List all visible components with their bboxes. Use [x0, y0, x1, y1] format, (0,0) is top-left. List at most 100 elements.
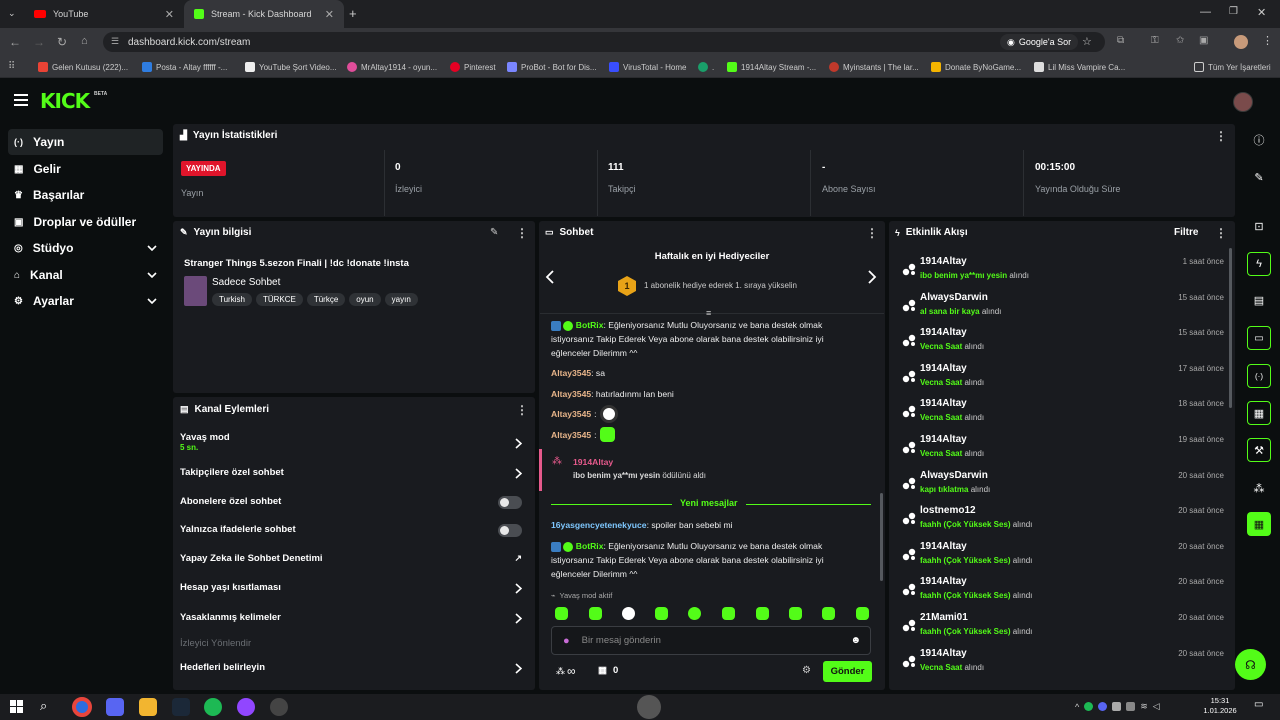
lightning-rail-icon[interactable]: ϟ	[1247, 252, 1271, 276]
apps-grid-icon[interactable]: ⠿	[8, 61, 15, 72]
event-username[interactable]: 1914Altay	[920, 398, 967, 409]
new-tab-button[interactable]: +	[349, 6, 357, 21]
activity-event-row[interactable]: 1914Altay faahh (Çok Yüksek Ses) alındı 20…	[900, 574, 1228, 608]
chat-input[interactable]: ● Bir mesaj gönderin ☻	[551, 626, 871, 655]
emote-picker-item[interactable]	[756, 607, 769, 620]
kick-logo[interactable]: KICK	[40, 89, 90, 113]
home-icon[interactable]: ⌂	[81, 35, 88, 47]
search-icon[interactable]: ⌕	[40, 698, 47, 714]
subscribers-only-toggle[interactable]	[498, 496, 522, 509]
channel-points[interactable]: ⁂ ∞	[556, 664, 576, 678]
windows-start-icon[interactable]	[10, 700, 23, 713]
maximize-button[interactable]: ❐	[1229, 6, 1238, 17]
event-username[interactable]: AlwaysDarwin	[920, 470, 988, 481]
bookmark-bynogame[interactable]: Donate ByNoGame...	[931, 56, 1021, 78]
steam-taskbar-icon[interactable]	[172, 698, 190, 716]
sidebar-item-basarilar[interactable]: ♛ Başarılar	[8, 182, 163, 208]
document-icon[interactable]: ▤	[1247, 288, 1271, 312]
favorites-icon[interactable]: ✩	[1176, 35, 1184, 46]
set-goals-row[interactable]: Hedefleri belirleyin	[180, 662, 530, 678]
activity-event-row[interactable]: AlwaysDarwin kapı tıklatma alındı 20 saat …	[900, 468, 1228, 502]
bookmark-star-icon[interactable]: ☆	[1082, 35, 1092, 48]
chat-username[interactable]: 16yasgencyetenekyuce	[551, 520, 647, 530]
stream-info-menu-icon[interactable]: ⋮	[516, 226, 528, 240]
emote-only-toggle[interactable]	[498, 524, 522, 537]
center-app-icon[interactable]	[637, 695, 661, 719]
chat-username[interactable]: BotRix	[576, 541, 604, 551]
gifters-next-icon[interactable]	[868, 270, 877, 284]
emote-picker-item[interactable]	[722, 607, 735, 620]
activity-event-row[interactable]: 1914Altay Vecna Saat alındı 15 saat önce	[900, 325, 1228, 359]
extension-icon[interactable]: ⧉	[1117, 35, 1124, 46]
collections-icon[interactable]: ▣	[1199, 35, 1208, 46]
bookmark-kick-stream[interactable]: 1914Altay Stream -...	[727, 56, 816, 78]
chat-username[interactable]: Altay3545	[551, 389, 591, 399]
stats-menu-icon[interactable]: ⋮	[1215, 129, 1227, 143]
followers-only-row[interactable]: Takipçilere özel sohbet	[180, 467, 530, 483]
password-key-icon[interactable]: ⚿	[1151, 35, 1159, 46]
google-ask-button[interactable]: ◉ Google'a Sor	[1000, 34, 1079, 50]
activity-event-row[interactable]: 1914Altay Vecna Saat alındı 17 saat önce	[900, 361, 1228, 395]
url-field[interactable]: ☰ dashboard.kick.com/stream	[103, 32, 1105, 52]
clapper-rail-icon[interactable]: ▦	[1247, 512, 1271, 536]
activity-event-row[interactable]: 1914Altay faahh (Çok Yüksek Ses) alındı 20…	[900, 539, 1228, 573]
sidebar-item-yayin[interactable]: (·) Yayın	[8, 129, 163, 155]
reward-username[interactable]: 1914Altay	[573, 457, 613, 467]
activity-event-row[interactable]: 1914Altay Vecna Saat alındı 18 saat önce	[900, 396, 1228, 430]
microphone-icon[interactable]: ●	[563, 635, 570, 647]
list-rail-icon[interactable]: ▦	[1247, 401, 1271, 425]
activity-event-row[interactable]: 1914Altay Vecna Saat alındı 19 saat önce	[900, 432, 1228, 466]
event-username[interactable]: 1914Altay	[920, 541, 967, 552]
sidebar-item-droplar[interactable]: ▣ Droplar ve ödüller	[8, 209, 163, 235]
broadcast-rail-icon[interactable]: (·)	[1247, 364, 1271, 388]
all-bookmarks-folder[interactable]: Tüm Yer İşaretleri	[1194, 56, 1271, 78]
chat-settings-icon[interactable]: ⚙	[802, 665, 811, 676]
hamburger-menu-icon[interactable]	[14, 94, 28, 106]
info-icon[interactable]: ⓘ	[1247, 128, 1271, 152]
profile-avatar[interactable]	[1234, 35, 1248, 49]
event-username[interactable]: 1914Altay	[920, 648, 967, 659]
ai-moderation-row[interactable]: Yapay Zeka ile Sohbet Denetimi ↗	[180, 553, 530, 569]
edit-pencil-icon[interactable]: ✎	[490, 227, 498, 238]
sidebar-item-ayarlar[interactable]: ⚙ Ayarlar	[8, 288, 163, 314]
chat-rail-icon[interactable]: ▭	[1247, 326, 1271, 350]
chat-scrollbar[interactable]	[880, 493, 883, 581]
gift-counter[interactable]: ▦ 0	[598, 665, 618, 676]
slow-mode-row[interactable]: Yavaş mod 5 sn.	[180, 432, 530, 458]
bookmark-pinterest[interactable]: Pinterest	[450, 56, 496, 78]
chat-username[interactable]: Altay3545	[551, 428, 591, 442]
chat-username[interactable]: Altay3545	[551, 407, 591, 421]
minimize-button[interactable]: —	[1200, 6, 1211, 18]
event-username[interactable]: lostnemo12	[920, 505, 976, 516]
bookmark-posta[interactable]: Posta - Altay ffffff -...	[142, 56, 227, 78]
event-username[interactable]: 1914Altay	[920, 363, 967, 374]
bookmark-lil-miss[interactable]: Lil Miss Vampire Ca...	[1034, 56, 1125, 78]
send-button[interactable]: Gönder	[823, 661, 872, 682]
account-age-row[interactable]: Hesap yaşı kısıtlaması	[180, 582, 530, 598]
discord-taskbar-icon[interactable]	[106, 698, 124, 716]
close-tab-icon[interactable]: ✕	[165, 8, 174, 21]
file-explorer-icon[interactable]	[139, 698, 157, 716]
back-icon[interactable]: ←	[9, 35, 21, 49]
event-username[interactable]: 21Mami01	[920, 612, 968, 623]
bookmark-gmail[interactable]: Gelen Kutusu (222)...	[38, 56, 128, 78]
chat-username[interactable]: Altay3545	[551, 368, 591, 378]
activity-event-row[interactable]: 1914Altay Vecna Saat alındı 20 saat önce	[900, 646, 1228, 680]
activity-event-row[interactable]: AlwaysDarwin al sana bir kaya alındı 15 sa…	[900, 290, 1228, 324]
site-info-icon[interactable]: ☰	[111, 36, 119, 47]
bookmark-virustotal[interactable]: VirusTotal - Home	[609, 56, 686, 78]
filter-button[interactable]: Filtre	[1174, 227, 1198, 238]
sidebar-item-studyo[interactable]: ◎ Stüdyo	[8, 235, 163, 261]
emote-picker-item[interactable]	[822, 607, 835, 620]
emote-picker-item[interactable]	[555, 607, 568, 620]
emote-picker-item[interactable]	[622, 607, 635, 620]
system-tray[interactable]: ^ ≋ ◁	[1075, 701, 1160, 712]
forward-icon[interactable]: →	[33, 35, 45, 49]
spotify-taskbar-icon[interactable]	[204, 698, 222, 716]
tab-list-chevron-icon[interactable]: ⌄	[8, 8, 16, 19]
bookmark-dot[interactable]: .	[698, 56, 714, 78]
chat-menu-icon[interactable]: ⋮	[866, 226, 878, 240]
chat-username[interactable]: BotRix	[576, 320, 604, 330]
target-icon[interactable]: ⊡	[1247, 214, 1271, 238]
activity-scrollbar[interactable]	[1229, 248, 1232, 408]
